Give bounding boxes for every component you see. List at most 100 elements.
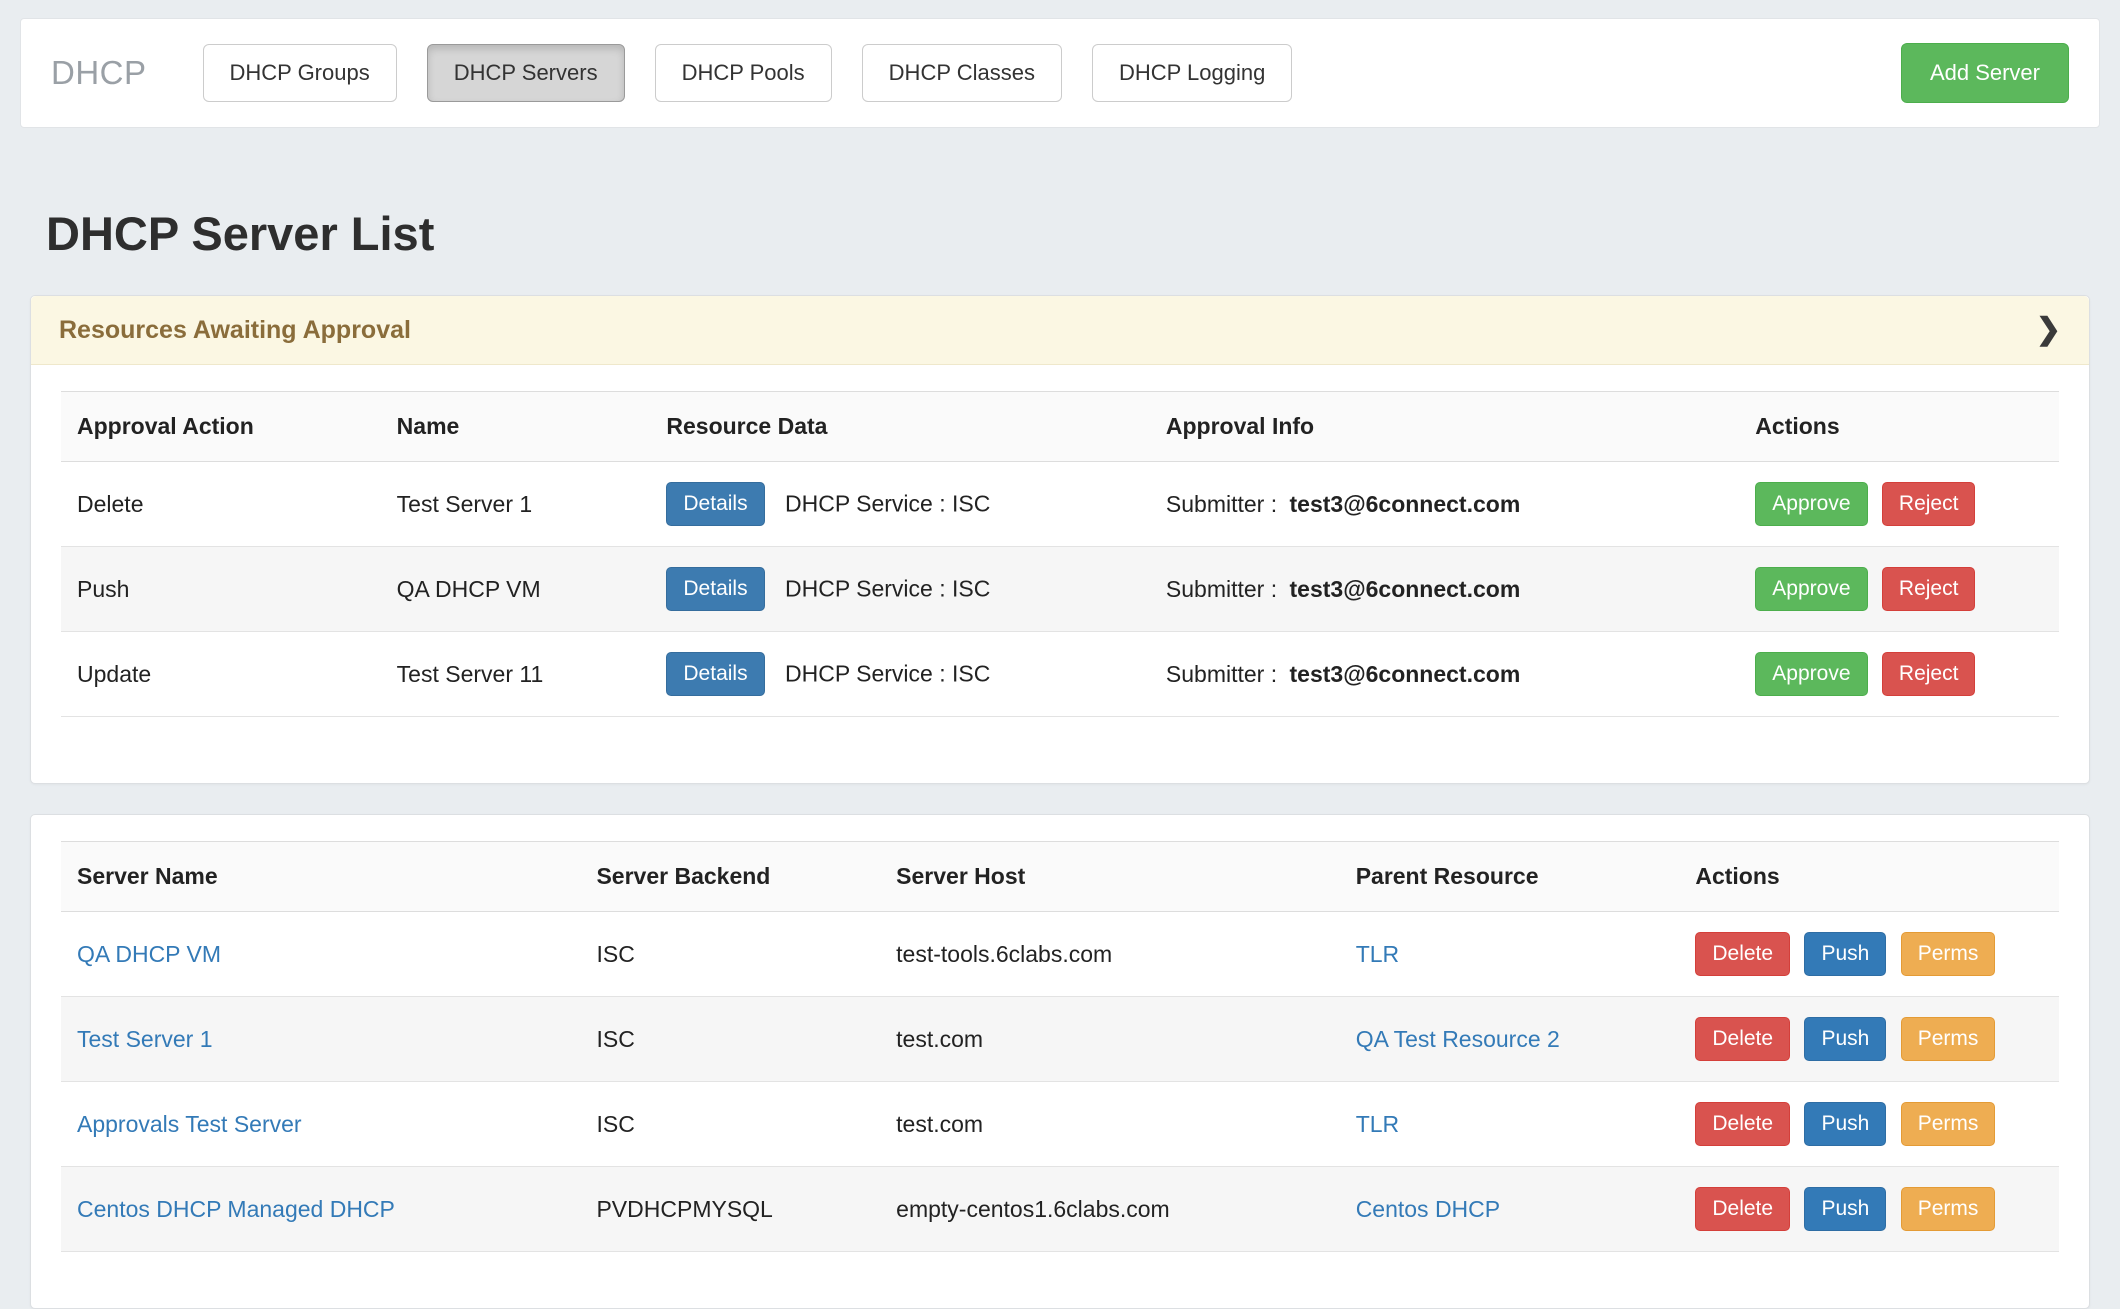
tab-dhcp-classes[interactable]: DHCP Classes — [862, 44, 1062, 102]
reject-button[interactable]: Reject — [1882, 567, 1976, 611]
main-content: DHCP Server List Resources Awaiting Appr… — [0, 206, 2120, 1309]
server-name-link[interactable]: Approvals Test Server — [77, 1111, 302, 1137]
col-server-host: Server Host — [880, 842, 1340, 912]
push-button[interactable]: Push — [1804, 932, 1886, 976]
push-button[interactable]: Push — [1804, 1102, 1886, 1146]
parent-resource-link[interactable]: Centos DHCP — [1356, 1196, 1500, 1222]
cell-actions: Approve Reject — [1739, 462, 2059, 547]
reject-button[interactable]: Reject — [1882, 482, 1976, 526]
submitter-label: Submitter : — [1166, 661, 1277, 687]
tab-dhcp-servers[interactable]: DHCP Servers — [427, 44, 625, 102]
cell-server-name: Centos DHCP Managed DHCP — [61, 1167, 580, 1252]
resource-data-text: DHCP Service : ISC — [785, 661, 990, 687]
cell-actions: Delete Push Perms — [1679, 912, 2059, 997]
cell-server-backend: ISC — [580, 1082, 880, 1167]
push-button[interactable]: Push — [1804, 1017, 1886, 1061]
cell-approval-action: Delete — [61, 462, 381, 547]
delete-button[interactable]: Delete — [1695, 1017, 1790, 1061]
delete-button[interactable]: Delete — [1695, 932, 1790, 976]
cell-parent-resource: TLR — [1340, 1082, 1680, 1167]
add-server-button[interactable]: Add Server — [1901, 43, 2069, 103]
cell-approval-info: Submitter : test3@6connect.com — [1150, 547, 1739, 632]
cell-actions: Delete Push Perms — [1679, 1082, 2059, 1167]
cell-server-host: test.com — [880, 997, 1340, 1082]
details-button[interactable]: Details — [666, 652, 764, 696]
cell-approval-info: Submitter : test3@6connect.com — [1150, 462, 1739, 547]
perms-button[interactable]: Perms — [1901, 1102, 1996, 1146]
details-button[interactable]: Details — [666, 482, 764, 526]
table-row: QA DHCP VM ISC test-tools.6clabs.com TLR… — [61, 912, 2059, 997]
parent-resource-link[interactable]: TLR — [1356, 1111, 1399, 1137]
approvals-panel-header[interactable]: Resources Awaiting Approval ❯ — [31, 296, 2089, 365]
col-name: Name — [381, 392, 651, 462]
push-button[interactable]: Push — [1804, 1187, 1886, 1231]
tab-dhcp-logging[interactable]: DHCP Logging — [1092, 44, 1292, 102]
table-row: Approvals Test Server ISC test.com TLR D… — [61, 1082, 2059, 1167]
col-actions: Actions — [1739, 392, 2059, 462]
details-button[interactable]: Details — [666, 567, 764, 611]
cell-parent-resource: TLR — [1340, 912, 1680, 997]
cell-server-name: Approvals Test Server — [61, 1082, 580, 1167]
cell-resource-data: Details DHCP Service : ISC — [650, 547, 1150, 632]
table-row: Test Server 1 ISC test.com QA Test Resou… — [61, 997, 2059, 1082]
parent-resource-link[interactable]: QA Test Resource 2 — [1356, 1026, 1560, 1052]
cell-server-backend: PVDHCPMYSQL — [580, 1167, 880, 1252]
delete-button[interactable]: Delete — [1695, 1102, 1790, 1146]
cell-parent-resource: Centos DHCP — [1340, 1167, 1680, 1252]
cell-parent-resource: QA Test Resource 2 — [1340, 997, 1680, 1082]
approve-button[interactable]: Approve — [1755, 567, 1867, 611]
approvals-panel-title: Resources Awaiting Approval — [59, 316, 411, 345]
table-row: Update Test Server 11 Details DHCP Servi… — [61, 632, 2059, 717]
approve-button[interactable]: Approve — [1755, 652, 1867, 696]
col-server-backend: Server Backend — [580, 842, 880, 912]
perms-button[interactable]: Perms — [1901, 1017, 1996, 1061]
tab-dhcp-groups[interactable]: DHCP Groups — [203, 44, 397, 102]
perms-button[interactable]: Perms — [1901, 1187, 1996, 1231]
cell-name: Test Server 11 — [381, 632, 651, 717]
approvals-panel-body: Approval Action Name Resource Data Appro… — [31, 365, 2089, 783]
submitter-label: Submitter : — [1166, 576, 1277, 602]
cell-actions: Approve Reject — [1739, 547, 2059, 632]
cell-approval-action: Push — [61, 547, 381, 632]
server-name-link[interactable]: Centos DHCP Managed DHCP — [77, 1196, 395, 1222]
col-parent-resource: Parent Resource — [1340, 842, 1680, 912]
cell-server-backend: ISC — [580, 997, 880, 1082]
server-name-link[interactable]: Test Server 1 — [77, 1026, 213, 1052]
cell-actions: Delete Push Perms — [1679, 1167, 2059, 1252]
col-approval-action: Approval Action — [61, 392, 381, 462]
table-row: Push QA DHCP VM Details DHCP Service : I… — [61, 547, 2059, 632]
cell-server-name: QA DHCP VM — [61, 912, 580, 997]
submitter-email: test3@6connect.com — [1290, 661, 1521, 687]
cell-server-backend: ISC — [580, 912, 880, 997]
cell-server-host: test.com — [880, 1082, 1340, 1167]
topbar: DHCP DHCP Groups DHCP Servers DHCP Pools… — [20, 18, 2100, 128]
table-row: Centos DHCP Managed DHCP PVDHCPMYSQL emp… — [61, 1167, 2059, 1252]
cell-name: Test Server 1 — [381, 462, 651, 547]
delete-button[interactable]: Delete — [1695, 1187, 1790, 1231]
chevron-right-icon[interactable]: ❯ — [2036, 315, 2061, 345]
approvals-table-header-row: Approval Action Name Resource Data Appro… — [61, 392, 2059, 462]
col-approval-info: Approval Info — [1150, 392, 1739, 462]
cell-resource-data: Details DHCP Service : ISC — [650, 462, 1150, 547]
cell-server-host: empty-centos1.6clabs.com — [880, 1167, 1340, 1252]
tab-dhcp-pools[interactable]: DHCP Pools — [655, 44, 832, 102]
page-title: DHCP Server List — [46, 206, 2090, 261]
cell-approval-info: Submitter : test3@6connect.com — [1150, 632, 1739, 717]
servers-table: Server Name Server Backend Server Host P… — [61, 841, 2059, 1252]
cell-actions: Delete Push Perms — [1679, 997, 2059, 1082]
approvals-table: Approval Action Name Resource Data Appro… — [61, 391, 2059, 717]
approvals-panel: Resources Awaiting Approval ❯ Approval A… — [30, 295, 2090, 784]
perms-button[interactable]: Perms — [1901, 932, 1996, 976]
reject-button[interactable]: Reject — [1882, 652, 1976, 696]
parent-resource-link[interactable]: TLR — [1356, 941, 1399, 967]
server-name-link[interactable]: QA DHCP VM — [77, 941, 221, 967]
servers-panel-body: Server Name Server Backend Server Host P… — [31, 815, 2089, 1308]
app-brand: DHCP — [51, 54, 147, 92]
submitter-label: Submitter : — [1166, 491, 1277, 517]
cell-server-host: test-tools.6clabs.com — [880, 912, 1340, 997]
col-actions: Actions — [1679, 842, 2059, 912]
approve-button[interactable]: Approve — [1755, 482, 1867, 526]
servers-table-header-row: Server Name Server Backend Server Host P… — [61, 842, 2059, 912]
cell-approval-action: Update — [61, 632, 381, 717]
col-server-name: Server Name — [61, 842, 580, 912]
